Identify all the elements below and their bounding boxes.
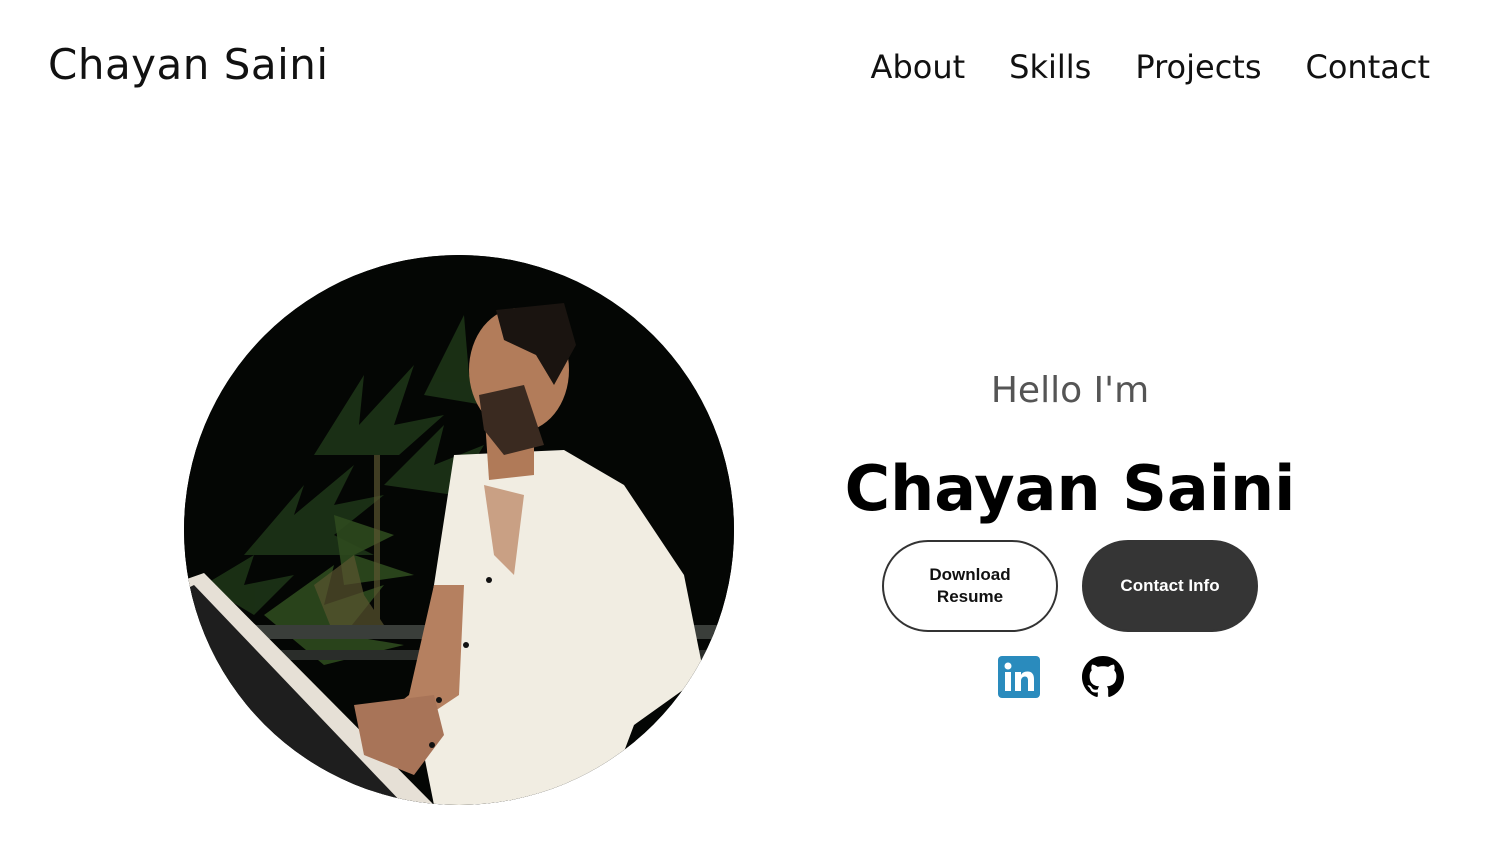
hero-buttons: Download Resume Contact Info [882,540,1258,632]
nav-link-projects[interactable]: Projects [1135,48,1261,86]
download-resume-button[interactable]: Download Resume [882,540,1058,632]
nav-link-contact[interactable]: Contact [1306,48,1431,86]
site-logo[interactable]: Chayan Saini [48,40,329,89]
contact-info-button[interactable]: Contact Info [1082,540,1258,632]
site-header: Chayan Saini About Skills Projects Conta… [0,0,1496,140]
nav-link-about[interactable]: About [871,48,966,86]
linkedin-icon[interactable] [997,655,1041,699]
hero-intro: Hello I'm Chayan Saini [800,360,1340,520]
hero-name: Chayan Saini [844,452,1296,525]
profile-photo [184,255,734,805]
nav-link-skills[interactable]: Skills [1009,48,1091,86]
hero-greeting: Hello I'm [990,370,1150,411]
social-links [997,655,1125,699]
github-icon[interactable] [1081,655,1125,699]
main-nav: About Skills Projects Contact [871,48,1430,86]
